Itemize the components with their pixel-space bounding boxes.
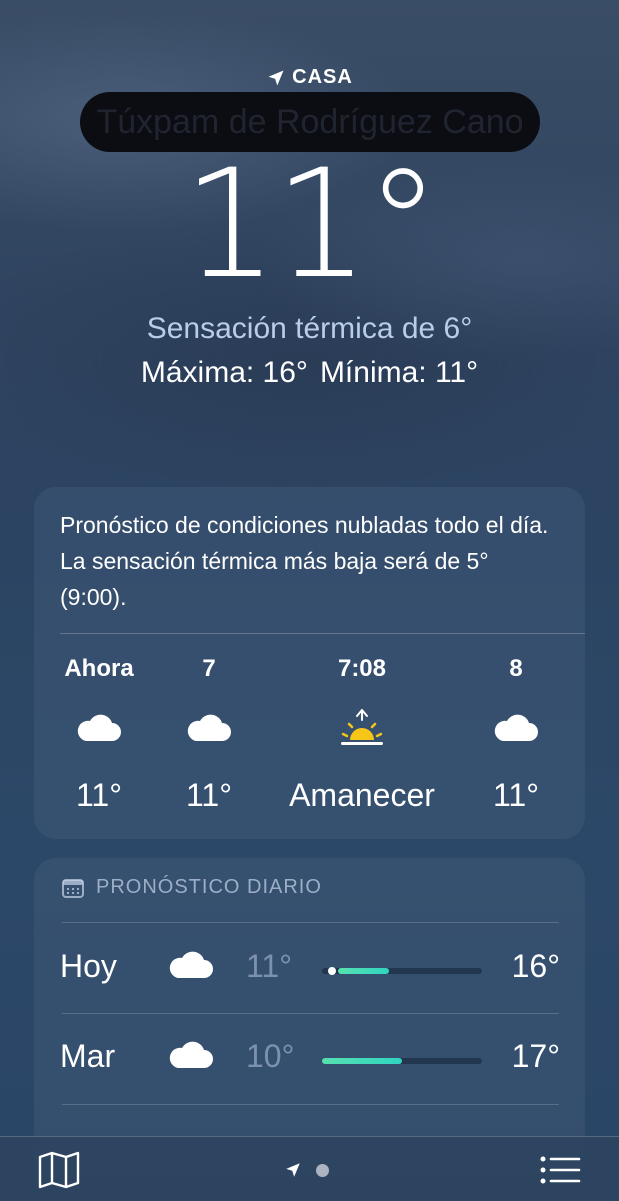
location-label: CASA xyxy=(0,66,619,89)
daily-forecast-header: PRONÓSTICO DIARIO xyxy=(62,876,322,899)
cloud-icon xyxy=(187,714,231,741)
hour-temp: 11° xyxy=(492,777,539,813)
low-temp: Mínima: 11° xyxy=(319,356,479,389)
hour-item: 7:08 Amanecer xyxy=(284,655,440,814)
day-low: 10° xyxy=(246,1038,295,1074)
hour-item: 8 11° xyxy=(456,655,576,814)
day-name: Hoy xyxy=(60,948,117,984)
current-temperature: 11° xyxy=(182,138,441,312)
range-fill xyxy=(322,1058,402,1064)
range-fill xyxy=(338,968,390,974)
hour-label: 7 xyxy=(202,655,216,682)
calendar-icon xyxy=(62,878,84,898)
bottom-toolbar xyxy=(0,1136,619,1201)
cloud-icon xyxy=(494,714,538,741)
hour-temp: Amanecer xyxy=(289,777,435,813)
feels-like: Sensación térmica de 6° xyxy=(146,312,473,345)
page-indicator[interactable] xyxy=(284,1161,329,1179)
temperature-range-bar xyxy=(322,1058,482,1064)
hour-label: 8 xyxy=(509,655,523,682)
list-icon[interactable] xyxy=(539,1155,581,1185)
hour-item: Ahora 11° xyxy=(39,655,159,814)
location-arrow-icon xyxy=(268,70,284,85)
forecast-summary: Pronóstico de condiciones nubladas todo … xyxy=(60,512,549,610)
hour-temp: 11° xyxy=(185,777,232,813)
cloud-icon xyxy=(169,1041,213,1068)
hour-label: 7:08 xyxy=(337,655,387,682)
divider xyxy=(62,1104,559,1105)
day-row[interactable]: Mar 10° 17° xyxy=(60,1014,560,1104)
hour-label: Ahora xyxy=(64,655,134,682)
location-label-text: CASA xyxy=(292,66,353,88)
current-temp-dot xyxy=(327,967,336,975)
sunrise-icon xyxy=(341,709,383,745)
hour-temp: 11° xyxy=(75,777,122,813)
day-name: Mar xyxy=(60,1038,116,1074)
high-low: Máxima: 16° Mínima: 11° xyxy=(0,356,619,390)
cloud-icon xyxy=(77,714,121,741)
page-dot xyxy=(316,1163,329,1177)
day-high: 16° xyxy=(511,948,560,984)
divider xyxy=(60,633,585,634)
temperature-range-bar xyxy=(322,967,482,975)
daily-forecast-title: PRONÓSTICO DIARIO xyxy=(96,876,322,898)
map-icon[interactable] xyxy=(38,1151,80,1189)
high-temp: Máxima: 16° xyxy=(140,356,308,389)
day-row[interactable]: Hoy 11° 16° xyxy=(60,924,560,1014)
divider xyxy=(62,922,559,923)
daily-forecast-card[interactable]: PRONÓSTICO DIARIO Hoy 11° 16° Mar 10° 17… xyxy=(34,858,585,1178)
day-low: 11° xyxy=(246,948,293,984)
hourly-forecast-card[interactable]: Pronóstico de condiciones nubladas todo … xyxy=(34,487,585,839)
location-arrow-icon xyxy=(286,1163,300,1177)
hour-item: 7 11° xyxy=(149,655,269,814)
day-high: 17° xyxy=(511,1038,560,1074)
cloud-icon xyxy=(169,951,213,978)
